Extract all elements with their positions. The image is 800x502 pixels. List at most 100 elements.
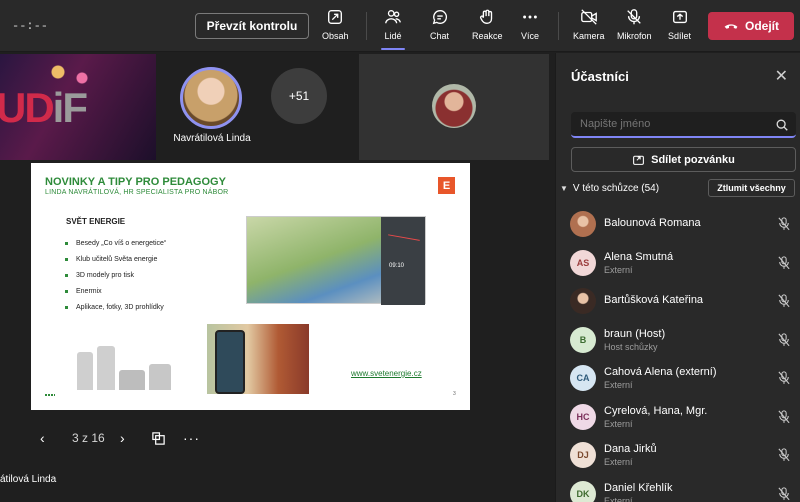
list-item: Enermix: [65, 283, 166, 299]
avatar: DK: [570, 480, 596, 502]
slide-footer-dots: [45, 394, 55, 396]
slide-counter: 3 z 16: [72, 431, 105, 445]
share-screen-icon: [328, 10, 343, 24]
app-on-phone-photo: [207, 324, 309, 394]
camera-off-icon: [580, 9, 597, 25]
people-label: Lidé: [384, 31, 402, 41]
previous-slide-button[interactable]: ‹: [40, 428, 45, 448]
content-label: Obsah: [322, 31, 349, 41]
list-item[interactable]: AS Alena Smutná Externí: [556, 244, 800, 283]
event-logo: UDiF: [0, 84, 88, 131]
in-meeting-group-header[interactable]: ▼ V této schůzce (54): [560, 183, 659, 194]
chat-label: Chat: [430, 31, 450, 41]
presenter-avatar[interactable]: [180, 67, 242, 129]
share-invite-label: Sdílet pozvánku: [651, 153, 735, 166]
list-item[interactable]: CA Cahová Alena (externí) Externí: [556, 359, 800, 398]
mic-off-icon[interactable]: [778, 409, 790, 424]
slide-title: NOVINKY A TIPY PRO PEDAGOGY: [45, 176, 226, 188]
share-invite-icon: [633, 155, 645, 165]
participant-role: Externí: [604, 264, 633, 275]
participant-name: Alena Smutná: [604, 250, 674, 263]
cez-logo: E: [438, 177, 455, 194]
list-item[interactable]: Bartůšková Kateřina: [556, 282, 800, 321]
list-item[interactable]: DJ Dana Jirků Externí: [556, 436, 800, 475]
avatar: DJ: [570, 442, 596, 468]
participant-role: Host schůzky: [604, 341, 658, 352]
share-invite-button[interactable]: Sdílet pozvánku: [571, 147, 796, 172]
more-label: Více: [521, 31, 540, 41]
participant-name: Daniel Křehlík: [604, 481, 673, 494]
share-icon: [672, 10, 687, 24]
mic-off-icon[interactable]: [778, 255, 790, 270]
slide-more-options-button[interactable]: ···: [183, 428, 200, 448]
chat-button[interactable]: Chat: [430, 8, 449, 48]
list-item[interactable]: DK Daniel Křehlík Externí: [556, 475, 800, 502]
participant-role: Externí: [604, 418, 633, 429]
mic-off-icon[interactable]: [778, 332, 790, 347]
cooling-towers-model-image: [71, 328, 176, 390]
slide-page-number: 3: [453, 391, 456, 397]
search-field[interactable]: [571, 112, 796, 138]
mic-off-icon[interactable]: [778, 294, 790, 308]
mic-off-icon[interactable]: [778, 371, 790, 385]
map-side-panel: 09:10: [381, 217, 425, 305]
reactions-icon: [480, 9, 493, 24]
participant-video-tile[interactable]: UDiF: [0, 54, 156, 160]
participant-role: Externí: [604, 495, 633, 502]
participants-panel: Účastníci ✕ Sdílet pozvánku ▼ V této sch…: [555, 53, 800, 502]
next-slide-button[interactable]: ›: [120, 428, 125, 448]
avatar: [432, 84, 476, 128]
reactions-label: Reakce: [472, 31, 503, 41]
close-icon[interactable]: ✕: [775, 66, 788, 86]
list-item[interactable]: HC Cyrelová, Hana, Mgr. Externí: [556, 398, 800, 437]
slide-section-heading: SVĚT ENERGIE: [66, 217, 126, 226]
participant-avatar-tile[interactable]: [359, 54, 549, 160]
toolbar-divider: [558, 12, 559, 40]
participant-name: Bartůšková Kateřina: [604, 294, 704, 306]
shared-presentation-slide: NOVINKY A TIPY PRO PEDAGOGY LINDA NAVRÁT…: [31, 163, 470, 410]
more-participants-badge[interactable]: +51: [271, 68, 327, 124]
chevron-down-icon: ▼: [560, 184, 568, 193]
search-icon[interactable]: [775, 118, 789, 132]
map-time: 09:10: [389, 263, 405, 269]
list-item: 3D modely pro tisk: [65, 267, 166, 283]
leave-label: Odejít: [744, 19, 779, 33]
more-actions-button[interactable]: Více: [521, 8, 539, 48]
share-label: Sdílet: [668, 31, 692, 41]
participant-role: Externí: [604, 457, 633, 467]
take-control-button[interactable]: Převzít kontrolu: [195, 13, 309, 39]
participant-name: Balounová Romana: [604, 217, 701, 229]
toolbar-divider: [366, 12, 367, 40]
leave-button[interactable]: Odejít: [708, 12, 794, 40]
participant-list: Balounová Romana AS Alena Smutná Externí Bar…: [556, 205, 800, 502]
mic-off-icon[interactable]: [778, 217, 790, 231]
avatar: CA: [570, 365, 596, 391]
microphone-label: Mikrofon: [617, 31, 652, 41]
mute-all-button[interactable]: Ztlumit všechny: [708, 179, 795, 197]
mic-off-icon[interactable]: [778, 486, 790, 501]
people-button[interactable]: Lidé: [381, 8, 405, 50]
meeting-toolbar: --:-- Převzít kontrolu Obsah Lidé Chat R…: [0, 0, 800, 52]
slide-grid-button[interactable]: [151, 428, 166, 448]
panel-title: Účastníci: [571, 69, 629, 84]
slide-website-link[interactable]: www.svetenergie.cz: [351, 369, 422, 378]
avatar: B: [570, 326, 596, 353]
list-item[interactable]: Balounová Romana: [556, 205, 800, 244]
share-button[interactable]: Sdílet: [668, 8, 691, 48]
list-item: Aplikace, fotky, 3D prohlídky: [65, 299, 166, 315]
list-item[interactable]: Bbraun (Host) Host schůzky: [556, 321, 800, 360]
camera-button[interactable]: Kamera: [573, 8, 605, 48]
participant-name: Cahová Alena (externí): [604, 366, 717, 378]
presenter-name-label: átilová Linda: [0, 474, 57, 485]
mic-off-icon[interactable]: [778, 448, 790, 462]
reactions-button[interactable]: Reakce: [472, 8, 503, 48]
mic-off-icon: [627, 9, 642, 25]
microphone-button[interactable]: Mikrofon: [617, 8, 652, 48]
group-label: V této schůzce (54): [572, 183, 660, 194]
chat-icon: [432, 10, 447, 25]
participant-name: Dana Jirků: [604, 443, 657, 455]
participant-name: braun (Host): [604, 327, 666, 340]
search-input[interactable]: [580, 118, 760, 130]
avatar: [570, 211, 596, 237]
content-button[interactable]: Obsah: [322, 8, 349, 48]
